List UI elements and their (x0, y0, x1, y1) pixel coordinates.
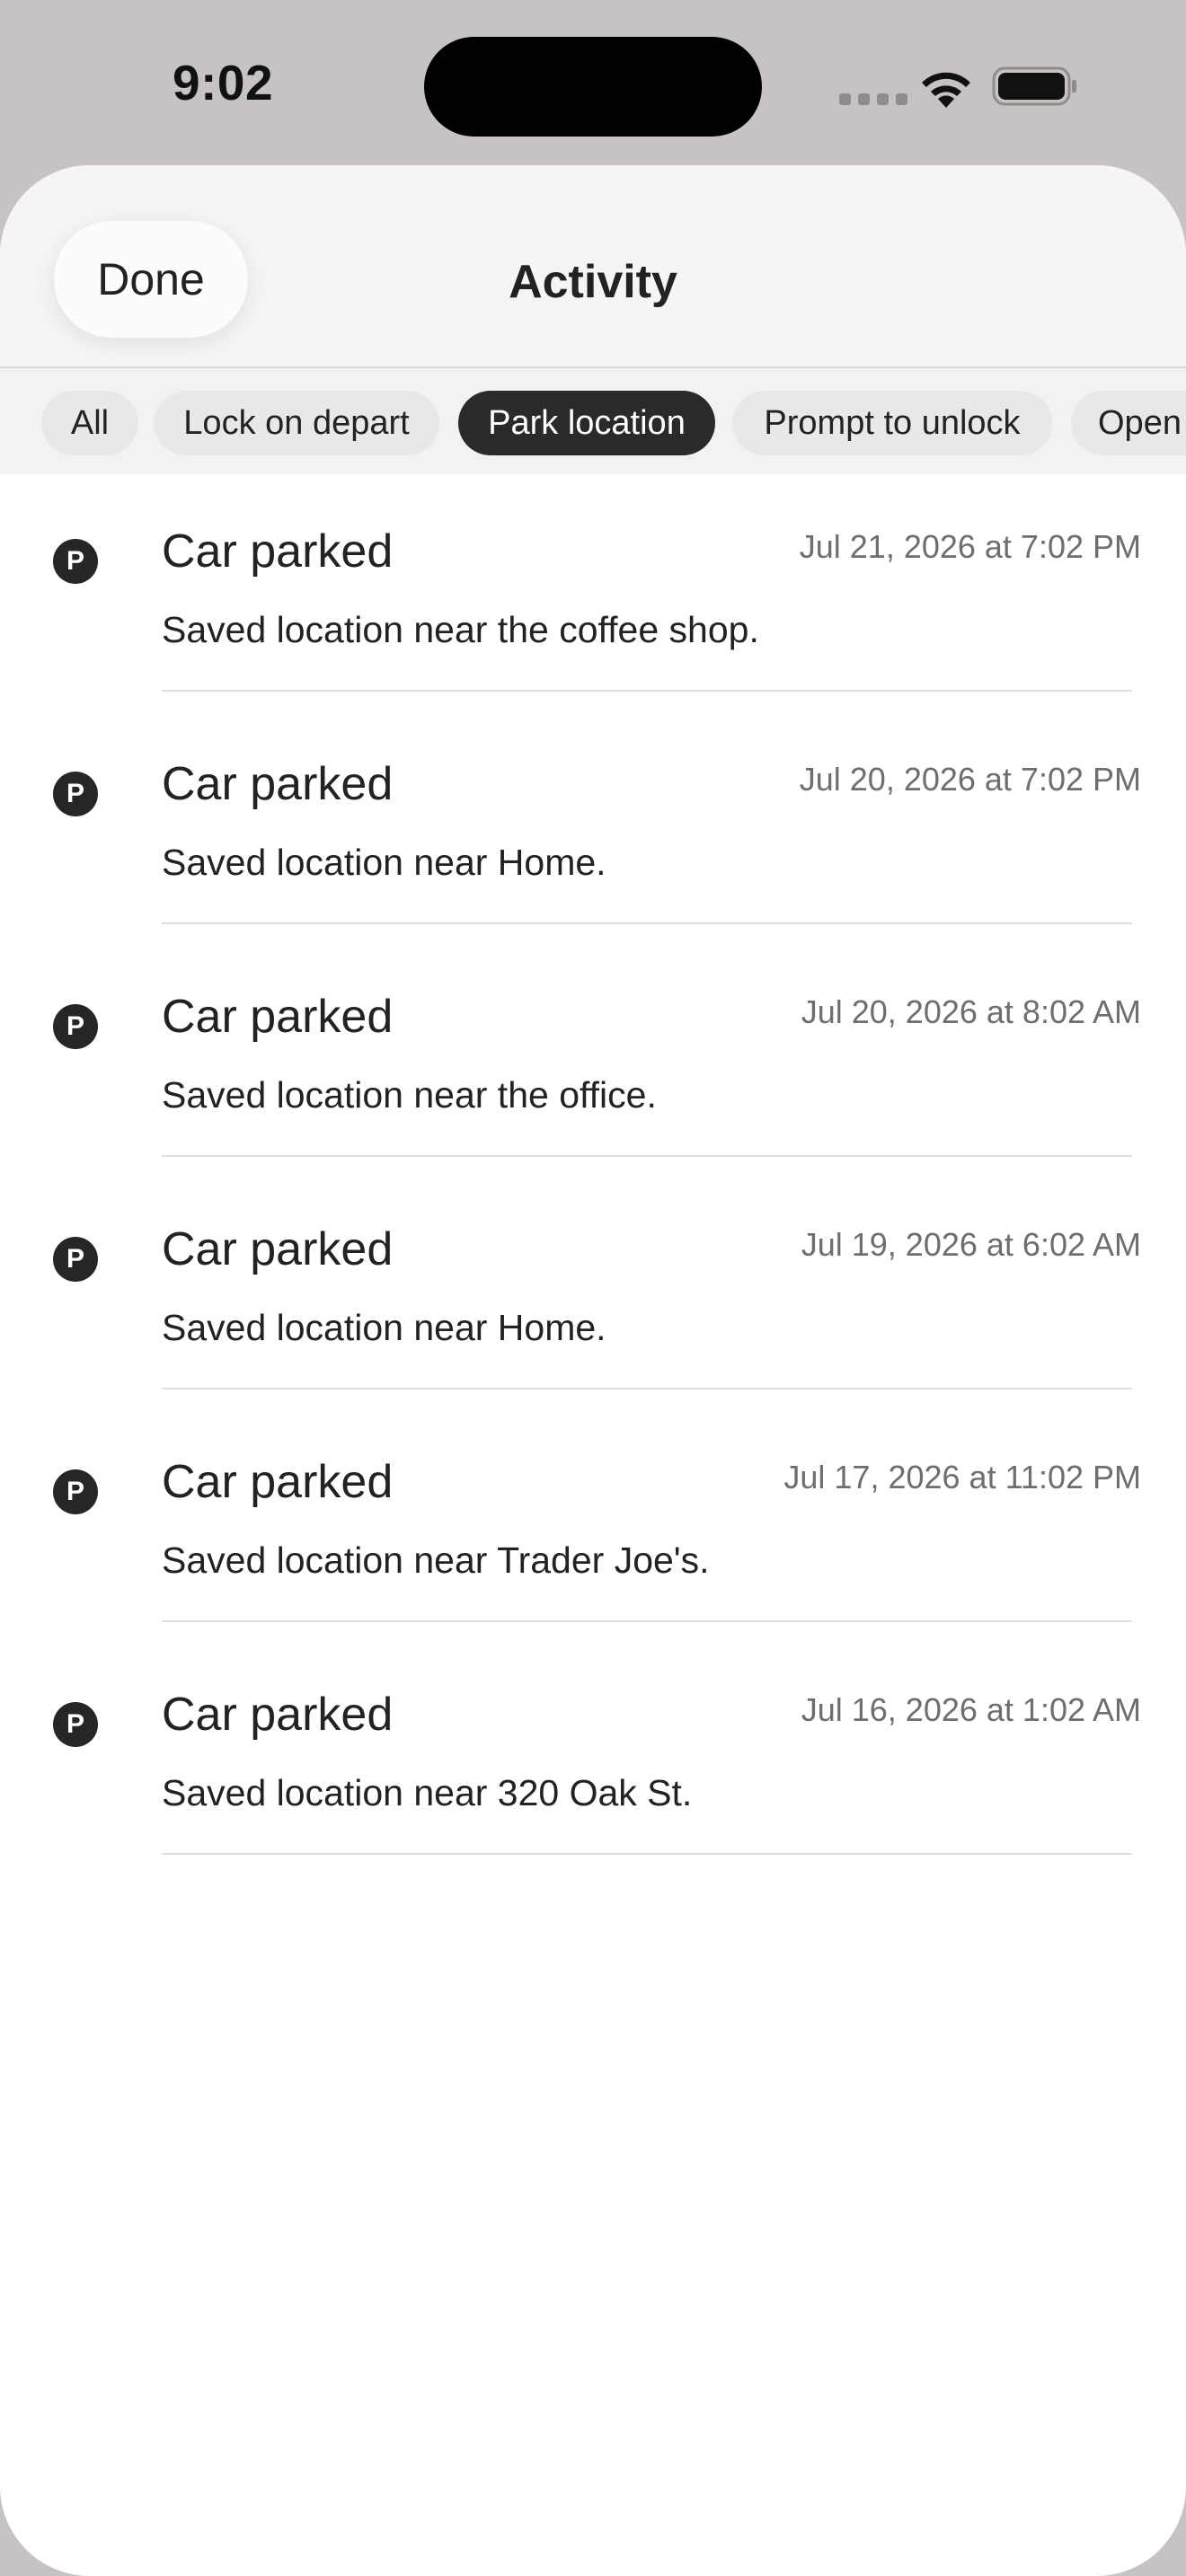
item-timestamp: Jul 20, 2026 at 7:02 PM (799, 761, 1141, 798)
item-description: Saved location near 320 Oak St. (162, 1772, 693, 1813)
item-title: Car parked (162, 1223, 394, 1275)
divider (162, 1620, 1132, 1622)
page-title: Activity (509, 256, 677, 308)
item-timestamp: Jul 16, 2026 at 1:02 AM (801, 1691, 1141, 1728)
parking-icon: P (53, 772, 98, 816)
item-timestamp: Jul 19, 2026 at 6:02 AM (801, 1226, 1141, 1263)
divider (162, 1388, 1132, 1389)
filter-chip-park-location[interactable]: Park location (458, 391, 715, 455)
cellular-signal-icon (839, 93, 907, 105)
filter-chip-prompt-to-unlock[interactable]: Prompt to unlock (732, 391, 1052, 455)
item-timestamp: Jul 21, 2026 at 7:02 PM (799, 528, 1141, 565)
item-description: Saved location near Home. (162, 842, 606, 883)
item-title: Car parked (162, 1456, 394, 1508)
filter-bar[interactable]: All Lock on depart Park location Prompt … (0, 368, 1186, 474)
list-item[interactable]: P Car parked Jul 16, 2026 at 1:02 AM Sav… (0, 1637, 1186, 1870)
sheet-header: Done Activity (0, 165, 1186, 368)
dynamic-island (424, 37, 762, 137)
divider (162, 1155, 1132, 1157)
item-description: Saved location near the office. (162, 1074, 657, 1116)
wifi-icon (922, 72, 970, 108)
activity-sheet: Done Activity All Lock on depart Park lo… (0, 165, 1186, 2576)
parking-icon: P (53, 539, 98, 584)
divider (162, 690, 1132, 692)
parking-icon: P (53, 1004, 98, 1049)
item-title: Car parked (162, 1689, 394, 1741)
divider (162, 1853, 1132, 1855)
item-title: Car parked (162, 525, 394, 578)
item-timestamp: Jul 17, 2026 at 11:02 PM (783, 1459, 1141, 1495)
filter-chip-all[interactable]: All (41, 391, 138, 455)
parking-icon: P (53, 1237, 98, 1282)
item-description: Saved location near Trader Joe's. (162, 1539, 710, 1581)
item-title: Car parked (162, 758, 394, 810)
list-item[interactable]: P Car parked Jul 17, 2026 at 11:02 PM Sa… (0, 1405, 1186, 1637)
filter-chip-lock-on-depart[interactable]: Lock on depart (154, 391, 439, 455)
parking-icon: P (53, 1702, 98, 1747)
item-title: Car parked (162, 991, 394, 1043)
item-timestamp: Jul 20, 2026 at 8:02 AM (801, 993, 1141, 1030)
status-time: 9:02 (173, 55, 274, 110)
item-description: Saved location near Home. (162, 1307, 606, 1348)
divider (162, 922, 1132, 924)
filter-chip-open[interactable]: Open (1071, 391, 1186, 455)
list-item[interactable]: P Car parked Jul 19, 2026 at 6:02 AM Sav… (0, 1172, 1186, 1405)
list-item[interactable]: P Car parked Jul 20, 2026 at 7:02 PM Sav… (0, 707, 1186, 940)
parking-icon: P (53, 1469, 98, 1514)
item-description: Saved location near the coffee shop. (162, 609, 759, 650)
list-item[interactable]: P Car parked Jul 21, 2026 at 7:02 PM Sav… (0, 474, 1186, 707)
battery-icon (992, 66, 1076, 106)
list-item[interactable]: P Car parked Jul 20, 2026 at 8:02 AM Sav… (0, 940, 1186, 1172)
